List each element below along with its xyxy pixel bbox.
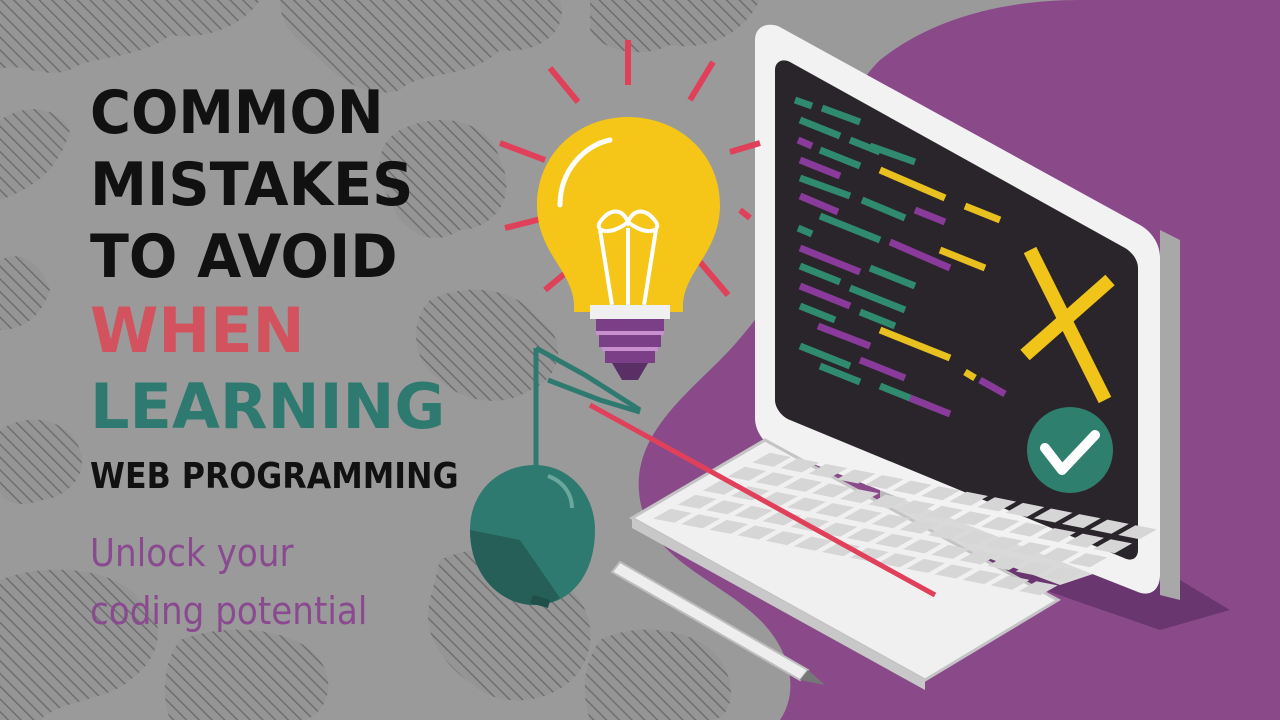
headline-line-3: TO AVOID — [90, 222, 398, 292]
headline-line-2: MISTAKES — [90, 150, 414, 220]
headline-line-1: COMMON — [90, 78, 384, 148]
thumbnail: COMMON MISTAKES TO AVOID WHEN LEARNING W… — [0, 0, 1280, 720]
headline-line-web-programming: WEB PROGRAMMING — [90, 456, 459, 497]
headline-line-learning: LEARNING — [90, 370, 446, 443]
tagline-line-2: coding potential — [90, 589, 368, 633]
checkmark-icon — [1027, 407, 1113, 493]
headline-line-when: WHEN — [90, 294, 305, 367]
tagline-line-1: Unlock your — [90, 531, 294, 575]
